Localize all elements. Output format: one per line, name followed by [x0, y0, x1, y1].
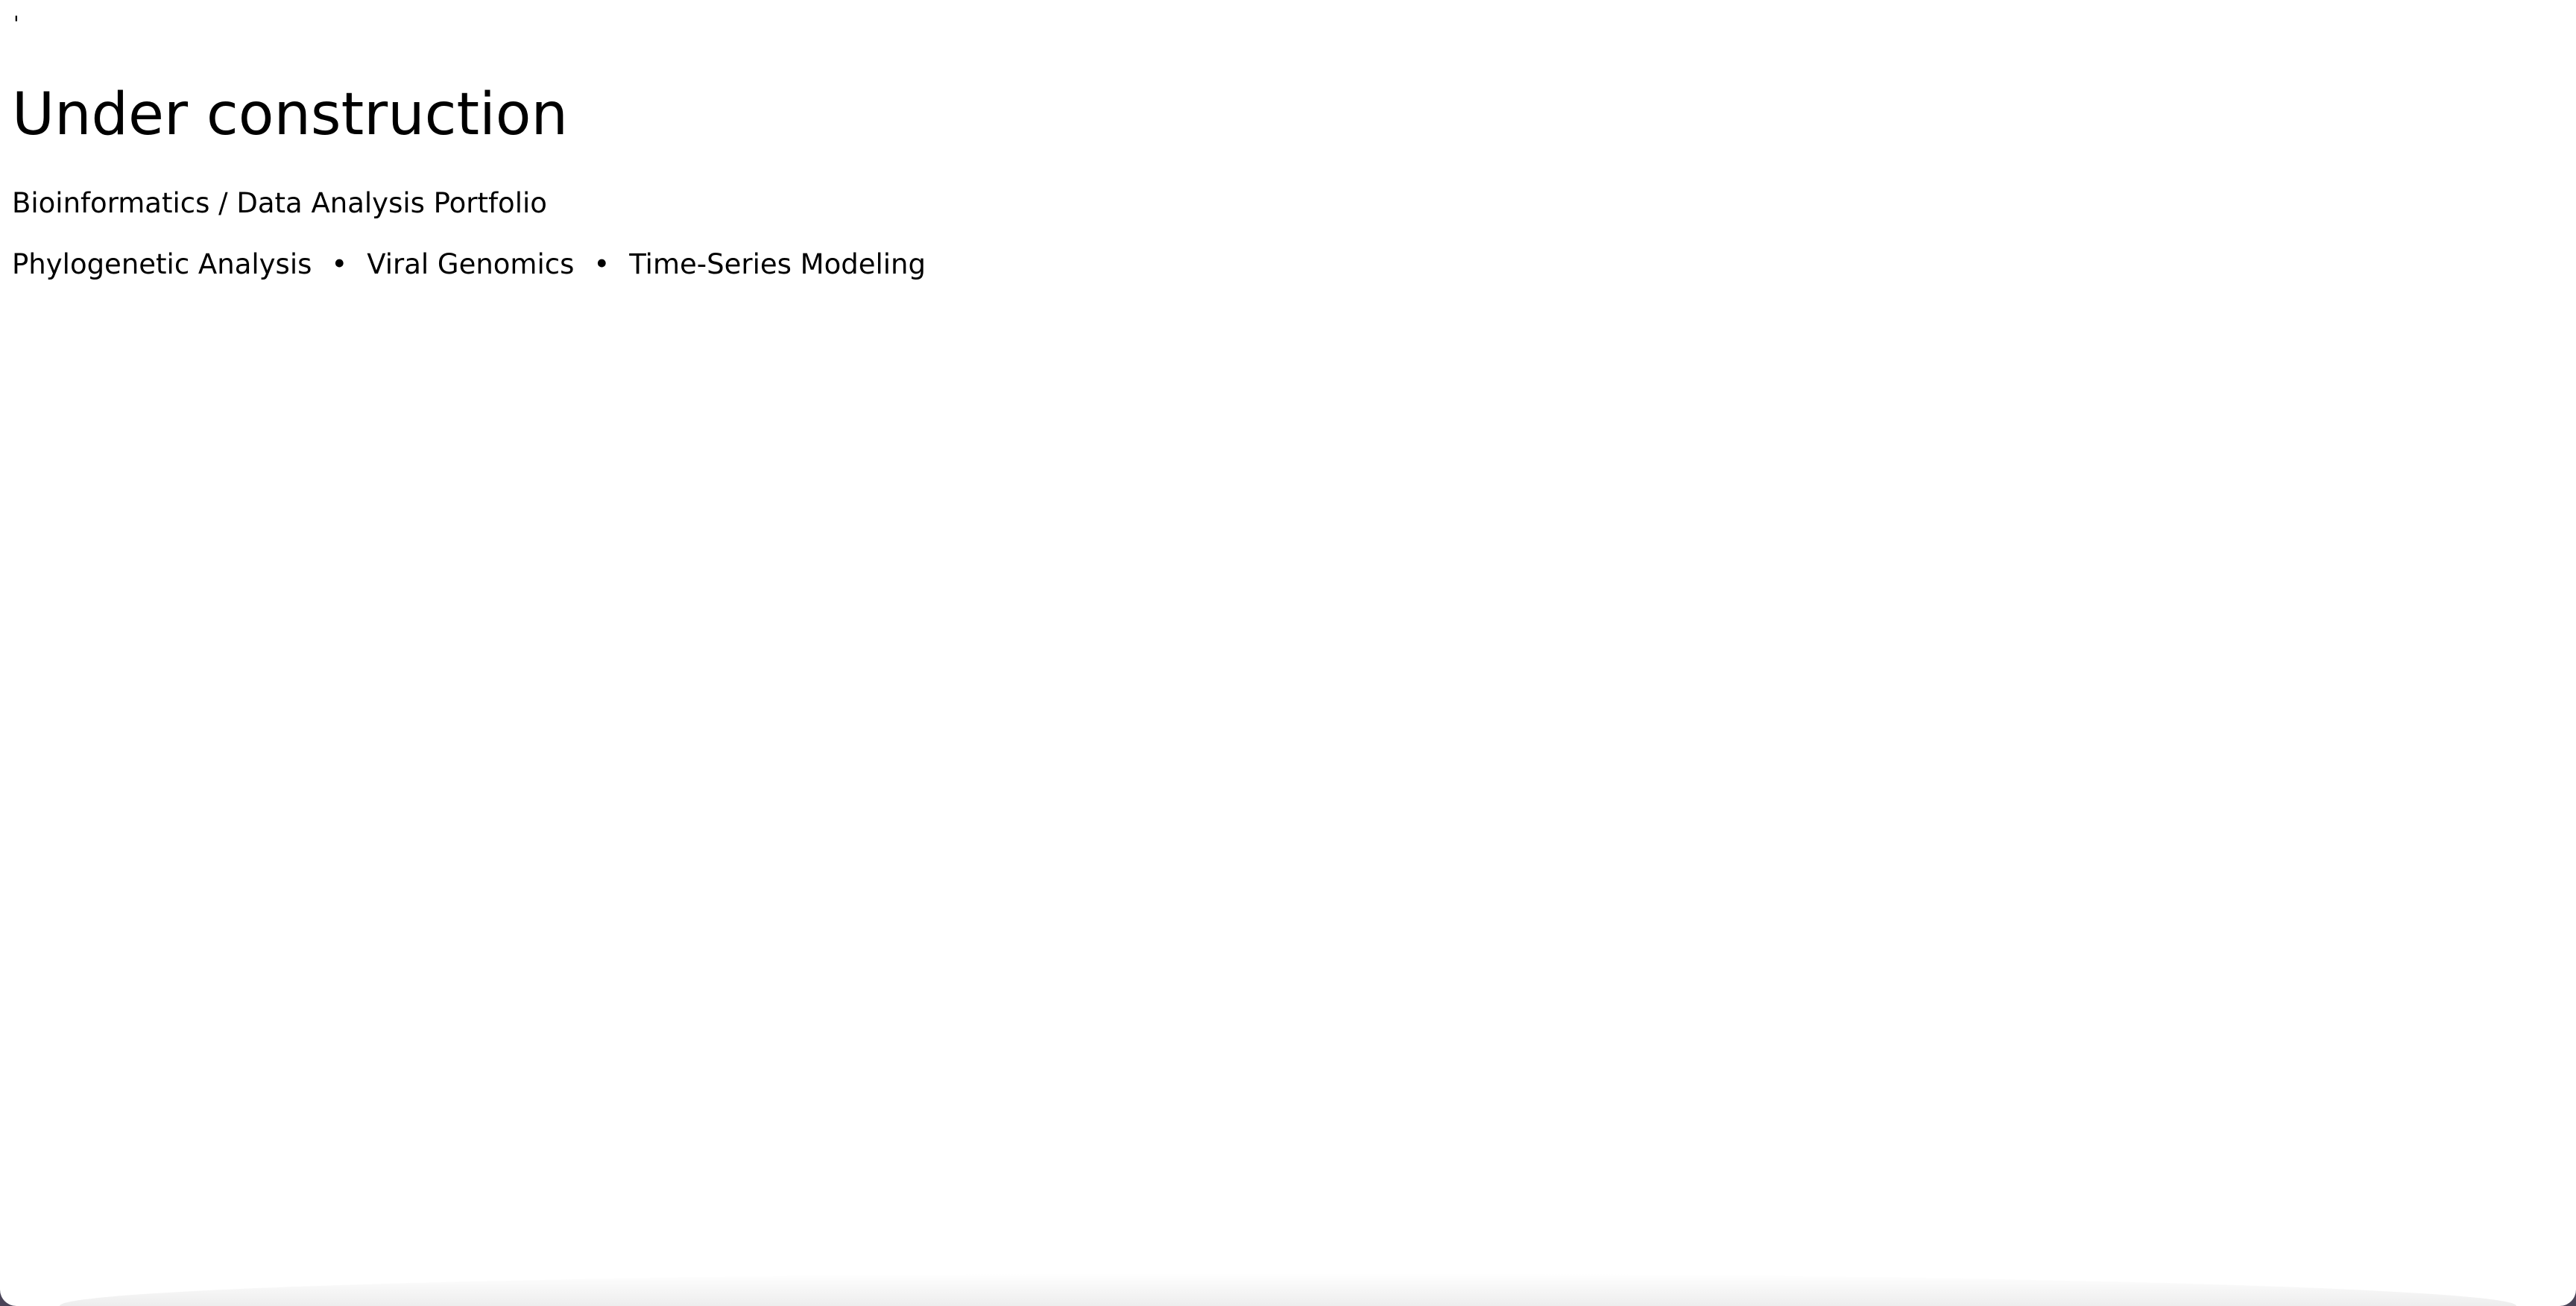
topic-time-series-modeling: Time-Series Modeling	[629, 248, 926, 280]
page-title: Under construction	[12, 81, 568, 148]
bullet-separator: •	[331, 248, 348, 280]
window-bottom-shadow	[60, 1273, 2516, 1306]
bullet-separator: •	[593, 248, 610, 280]
browser-viewport: ' Under construction Bioinformatics / Da…	[0, 0, 2576, 1306]
page-subtitle: Bioinformatics / Data Analysis Portfolio	[12, 187, 547, 219]
topic-viral-genomics: Viral Genomics	[367, 248, 575, 280]
topic-list: Phylogenetic Analysis • Viral Genomics •…	[12, 246, 926, 283]
topic-phylogenetic-analysis: Phylogenetic Analysis	[12, 248, 312, 280]
stray-text-mark: '	[13, 11, 19, 36]
